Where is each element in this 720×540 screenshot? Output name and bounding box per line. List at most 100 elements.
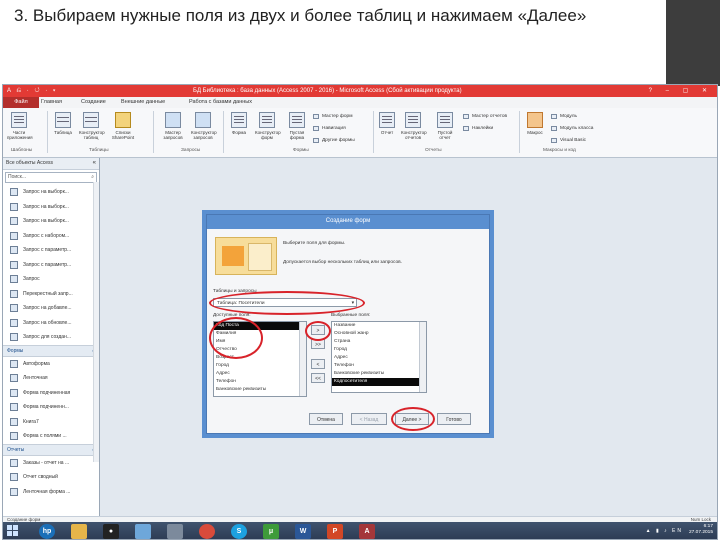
nav-item-query[interactable]: Запрос с параметр... [3, 258, 99, 273]
list-item[interactable]: Адрес [214, 370, 306, 378]
nav-item-form[interactable]: Форма с полями ... [3, 429, 99, 444]
report-button[interactable]: Отчет [375, 112, 399, 135]
nav-item-form[interactable]: Автоформа [3, 357, 99, 372]
folder-icon[interactable] [71, 524, 87, 539]
sharepoint-lists-button[interactable]: Списки SharePoint [111, 112, 135, 140]
query-icon [10, 318, 18, 327]
nav-section-reports[interactable]: Отчеты˄ [3, 443, 99, 456]
nav-item-query[interactable]: Запрос на добавле... [3, 301, 99, 316]
nav-item-form[interactable]: Форма подчиненная [3, 386, 99, 401]
chevron-left-icon[interactable]: « [93, 158, 96, 169]
list-scrollbar[interactable] [419, 322, 426, 392]
tray-icons[interactable]: ▲ ▮ ♪ EN [646, 528, 683, 534]
form-label: Форма [231, 130, 247, 135]
nav-item-query[interactable]: Запрос на выборк... [3, 200, 99, 215]
search-icon: ⌕ [91, 174, 94, 180]
quick-access-toolbar[interactable]: A ⎌ · ↺ · ▾ [7, 85, 57, 97]
nav-item-query[interactable]: Запрос на выборк... [3, 185, 99, 200]
nav-item-query[interactable]: Запрос на обновле... [3, 316, 99, 331]
form-icon [10, 432, 18, 440]
nav-item-label: Форма с полями ... [23, 433, 67, 439]
list-item[interactable]: Страна [332, 338, 426, 346]
nav-item-query[interactable]: Запрос [3, 272, 99, 287]
access-window: A ⎌ · ↺ · ▾ БД Библиотека : база данных … [2, 84, 718, 540]
report-design-button[interactable]: Конструктор отчетов [401, 112, 427, 140]
nav-header[interactable]: Все объекты Access « [3, 158, 99, 170]
labels-button[interactable]: Наклейки [463, 126, 493, 131]
windows-start-icon[interactable] [7, 525, 19, 537]
nav-item-query[interactable]: Запрос на выборк... [3, 214, 99, 229]
report-wizard-button[interactable]: Мастер отчетов [463, 114, 507, 119]
access-icon[interactable]: A [359, 524, 375, 539]
macro-button[interactable]: Макрос [523, 112, 547, 135]
tab-home[interactable]: Главная [37, 97, 66, 108]
blank-form-button[interactable]: Пустая форма [285, 112, 309, 140]
nav-item-report[interactable]: Заказы - отчет на ... [3, 456, 99, 471]
explorer-icon[interactable] [167, 524, 183, 539]
form-button[interactable]: Форма [227, 112, 251, 135]
nav-search-input[interactable]: Поиск... ⌕ [5, 172, 97, 183]
files-icon[interactable] [135, 524, 151, 539]
table-button[interactable]: Таблица [51, 112, 75, 135]
chrome-icon[interactable] [199, 524, 215, 539]
list-item[interactable]: Адрес [332, 354, 426, 362]
clock[interactable]: 6:17 27.07.2015 [689, 524, 713, 536]
nav-item-query[interactable]: Запрос для создан... [3, 330, 99, 345]
list-item[interactable]: Город [332, 346, 426, 354]
nav-item-report[interactable]: Ленточная форма ... [3, 485, 99, 500]
finish-button[interactable]: Готово [437, 413, 471, 425]
nav-section-label: Отчеты [7, 446, 25, 453]
nav-item-form[interactable]: Форма подчиненн... [3, 400, 99, 415]
window-controls[interactable]: ? – ▢ ✕ [649, 85, 713, 97]
powerpoint-icon[interactable]: P [327, 524, 343, 539]
visual-basic-button[interactable]: Visual Basic [551, 138, 586, 143]
back-button[interactable]: < Назад [351, 413, 387, 425]
nav-item-form[interactable]: Книга7 [3, 415, 99, 430]
table-design-button[interactable]: Конструктор таблиц [79, 112, 105, 140]
list-item[interactable]: Телефон [214, 378, 306, 386]
remove-all-fields-button[interactable]: << [311, 373, 325, 383]
nav-item-report[interactable]: Отчет сводный [3, 470, 99, 485]
list-item[interactable]: Телефон [332, 362, 426, 370]
tab-external-data[interactable]: Внешние данные [117, 97, 169, 108]
list-item[interactable]: Кодпосетителя [332, 378, 426, 386]
cancel-button[interactable]: Отмена [309, 413, 343, 425]
nav-item-query[interactable]: Запрос с набором... [3, 229, 99, 244]
selected-fields-list[interactable]: Название Основной жанр Страна Город Адре… [331, 321, 427, 393]
blank-report-button[interactable]: Пустой отчет [433, 112, 457, 140]
word-icon[interactable]: W [295, 524, 311, 539]
module-button[interactable]: Модуль [551, 114, 577, 119]
tab-file[interactable]: Файл [3, 97, 39, 108]
start-tile [13, 531, 18, 536]
form-design-button[interactable]: Конструктор форм [255, 112, 281, 140]
class-module-button[interactable]: Модуль класса [551, 126, 593, 131]
tab-create[interactable]: Создание [77, 97, 110, 108]
blank-report-icon [437, 112, 453, 128]
clock-date: 27.07.2015 [688, 530, 713, 535]
media-icon[interactable]: ● [103, 524, 119, 539]
nav-item-query[interactable]: Запрос с параметр... [3, 243, 99, 258]
skype-icon[interactable]: S [231, 524, 247, 539]
query-wizard-icon [165, 112, 181, 128]
navigation-button[interactable]: Навигация [313, 126, 346, 131]
hp-icon[interactable]: hp [39, 524, 55, 539]
query-design-button[interactable]: Конструктор запросов [191, 112, 217, 140]
tab-database-tools[interactable]: Работа с базами данных [185, 97, 256, 108]
list-item[interactable]: Основной жанр [332, 330, 426, 338]
torrent-icon[interactable]: μ [263, 524, 279, 539]
nav-item-query[interactable]: Перекрестный запр... [3, 287, 99, 302]
language-indicator[interactable]: EN [672, 528, 683, 534]
query-design-label: Конструктор запросов [191, 130, 217, 140]
list-item[interactable]: Банковские реквизиты [214, 386, 306, 394]
more-forms-button[interactable]: Другие формы [313, 138, 355, 143]
list-item[interactable]: Банковские реквизиты [332, 370, 426, 378]
nav-scrollbar[interactable] [93, 182, 99, 462]
query-wizard-button[interactable]: Мастер запросов [161, 112, 185, 140]
form-wizard-button[interactable]: Мастер форм [313, 114, 353, 119]
app-parts-button[interactable]: Части приложения [7, 112, 33, 140]
list-item[interactable]: Название [332, 322, 426, 330]
list-item[interactable]: Город [214, 362, 306, 370]
remove-field-button[interactable]: < [311, 359, 325, 369]
nav-section-forms[interactable]: Формы˄ [3, 344, 99, 357]
nav-item-form[interactable]: Ленточная [3, 371, 99, 386]
